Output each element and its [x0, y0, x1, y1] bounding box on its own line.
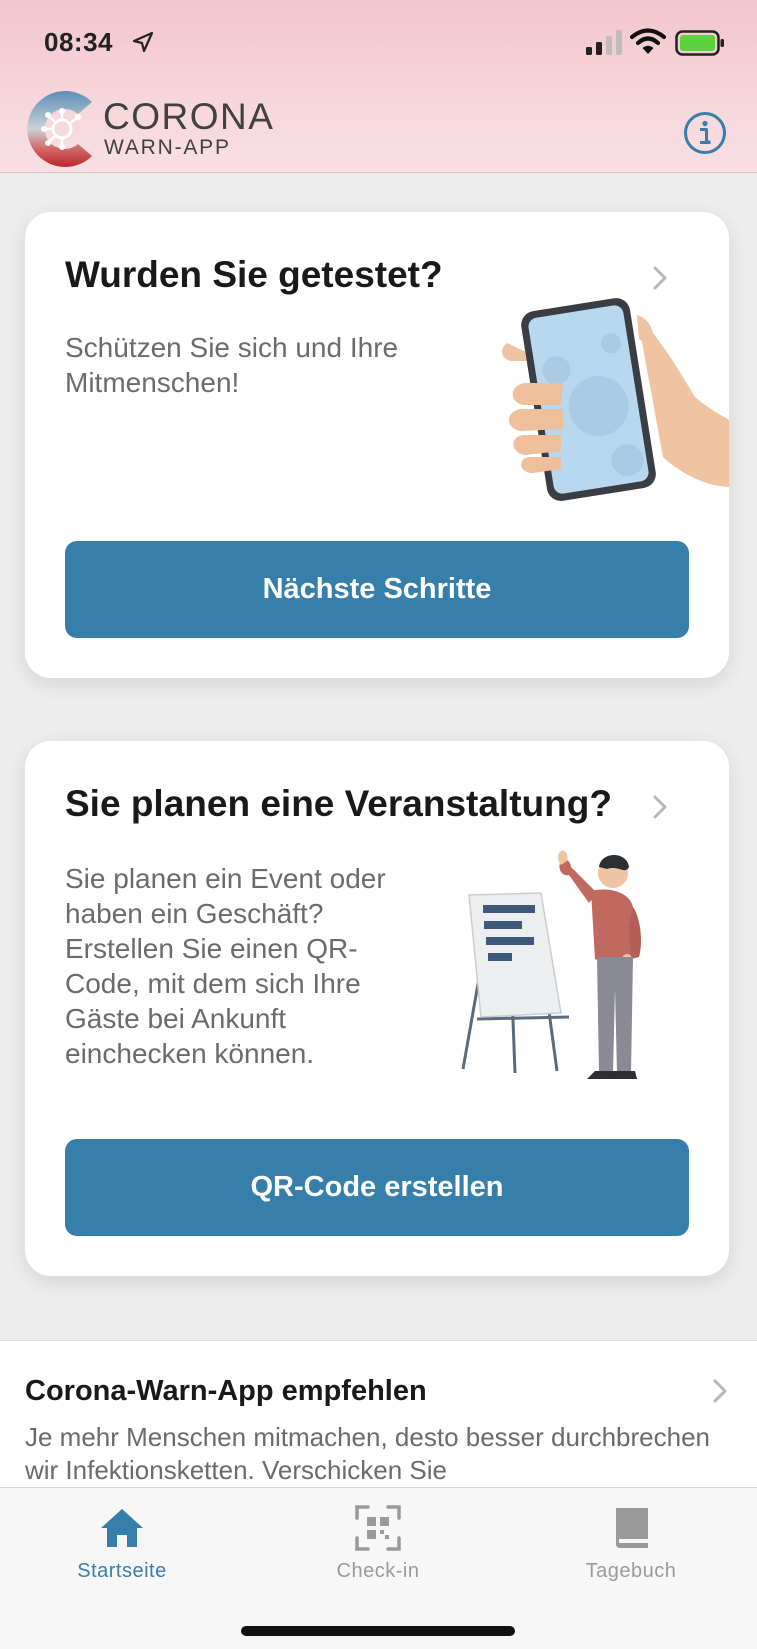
- event-card[interactable]: Sie planen eine Veranstaltung? Sie plane…: [25, 741, 729, 1276]
- info-icon[interactable]: [683, 111, 727, 155]
- recommend-text: Je mehr Menschen mitmachen, desto besser…: [25, 1422, 711, 1485]
- create-qr-code-button[interactable]: QR-Code erstellen: [65, 1139, 689, 1236]
- next-steps-button[interactable]: Nächste Schritte: [65, 541, 689, 638]
- chevron-right-icon: [653, 795, 667, 819]
- test-card[interactable]: Wurden Sie getestet? Schützen Sie sich u…: [25, 212, 729, 678]
- cellular-signal-icon: [586, 30, 622, 55]
- location-arrow-icon: [132, 31, 154, 53]
- tab-label: Check-in: [336, 1560, 420, 1582]
- tab-startseite[interactable]: Startseite: [0, 1488, 252, 1598]
- chevron-right-icon: [713, 1379, 727, 1403]
- app-header: 08:34 CORONA WARN-APP: [0, 0, 757, 173]
- card-text: Schützen Sie sich und Ihre Mitmenschen!: [65, 332, 399, 398]
- tab-bar: Startseite Check-in Tagebuch: [0, 1487, 757, 1649]
- logo-title: CORONA: [103, 96, 275, 137]
- recommend-app-section[interactable]: Corona-Warn-App empfehlen Je mehr Mensch…: [0, 1340, 757, 1490]
- card-text: Sie planen ein Event oder haben ein Gesc…: [65, 863, 386, 1069]
- wifi-icon: [630, 28, 666, 54]
- tab-tagebuch[interactable]: Tagebuch: [505, 1488, 757, 1598]
- home-indicator: [241, 1626, 515, 1636]
- tab-check-in[interactable]: Check-in: [252, 1488, 504, 1598]
- card-title: Sie planen eine Veranstaltung?: [65, 783, 612, 824]
- tab-label: Startseite: [77, 1560, 167, 1582]
- recommend-title: Corona-Warn-App empfehlen: [25, 1375, 427, 1407]
- hand-holding-phone-illustration: [502, 298, 729, 501]
- corona-warn-app-logo: [27, 91, 92, 167]
- status-time: 08:34: [44, 27, 113, 57]
- person-presenting-flipchart-illustration: [461, 850, 641, 1079]
- book-icon: [616, 1508, 648, 1548]
- logo-subtitle: WARN-APP: [104, 136, 231, 159]
- home-icon: [101, 1509, 143, 1547]
- battery-icon: [675, 30, 724, 56]
- chevron-right-icon: [653, 266, 667, 290]
- qr-code-scan-icon: [355, 1505, 401, 1551]
- card-title: Wurden Sie getestet?: [65, 254, 443, 295]
- tab-label: Tagebuch: [585, 1560, 677, 1582]
